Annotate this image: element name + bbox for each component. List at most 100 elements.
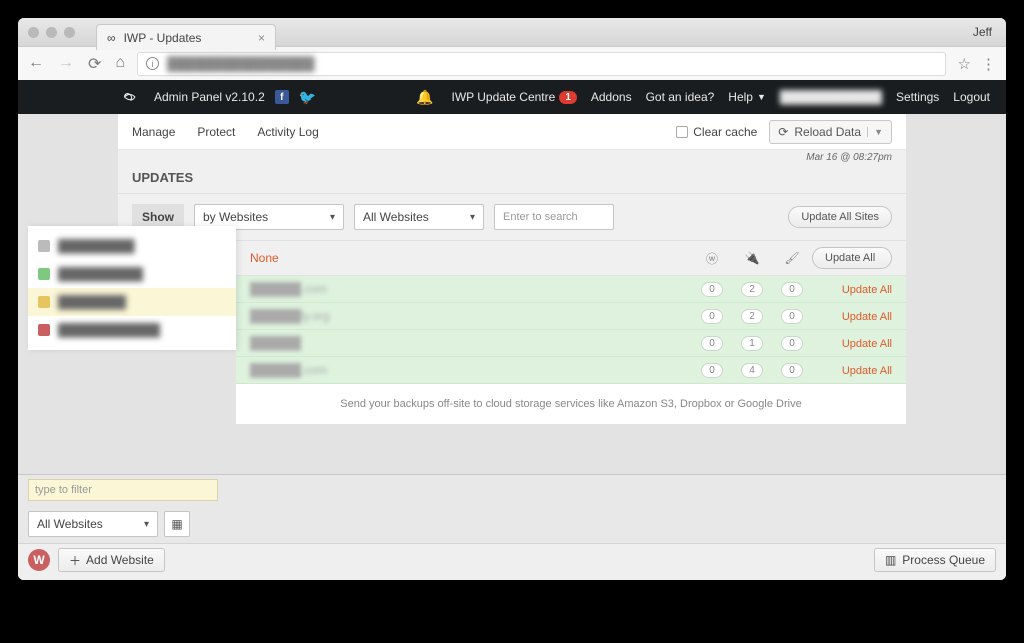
nav-addons[interactable]: Addons xyxy=(591,90,632,104)
sidebar-item-label: ████████ xyxy=(58,295,126,309)
process-queue-button[interactable]: ▥ Process Queue xyxy=(874,548,996,572)
last-reload-timestamp: Mar 16 @ 08:27pm xyxy=(806,152,892,163)
url-text: ████████████████ xyxy=(167,56,314,71)
tab-protect[interactable]: Protect xyxy=(197,125,235,139)
brand: Admin Panel v2.10.2 f 🐦 xyxy=(118,89,316,106)
chevron-down-icon: ▼ xyxy=(757,92,766,102)
filter-bar: Show by Websites All Websites Enter to s… xyxy=(118,194,906,241)
close-icon[interactable]: × xyxy=(258,31,265,45)
chevron-down-icon[interactable]: ▼ xyxy=(867,127,883,137)
table-row[interactable]: ██████.com 0 4 0 Update All xyxy=(236,357,906,384)
theme-count: 0 xyxy=(781,336,803,351)
nav-logout[interactable]: Logout xyxy=(953,90,990,104)
reload-icon[interactable]: ⟳ xyxy=(88,54,101,74)
update-all-sites-button[interactable]: Update All Sites xyxy=(788,206,892,228)
theme-count: 0 xyxy=(781,363,803,378)
reload-data-button[interactable]: ⟳ Reload Data ▼ xyxy=(769,120,892,144)
sidebar-item-label: ████████████ xyxy=(58,323,160,337)
forward-icon: → xyxy=(58,54,74,74)
add-website-button[interactable]: ＋ Add Website xyxy=(58,548,165,572)
search-input[interactable]: Enter to search xyxy=(494,204,614,230)
site-info-icon[interactable]: i xyxy=(146,57,159,70)
address-bar[interactable]: i ████████████████ xyxy=(137,52,945,76)
table-header: None ⓦ 🔌 🖌 Update All xyxy=(236,241,906,276)
browser-menu-icon[interactable]: ⋮ xyxy=(981,55,996,73)
table-row[interactable]: ██████.com 0 2 0 Update All xyxy=(236,276,906,303)
wordpress-badge-icon[interactable]: W xyxy=(28,549,50,571)
tab-activity-log[interactable]: Activity Log xyxy=(257,125,318,139)
tab-infinity-icon: ∞ xyxy=(107,31,116,45)
dock-scope-dropdown[interactable]: All Websites xyxy=(28,511,158,537)
mac-titlebar: ∞ IWP - Updates × Jeff xyxy=(18,18,1006,46)
site-name: ██████.com xyxy=(250,363,692,377)
site-name: ██████.com xyxy=(250,282,692,296)
top-nav: Admin Panel v2.10.2 f 🐦 🔔 IWP Update Cen… xyxy=(18,80,1006,114)
wp-count: 0 xyxy=(701,336,723,351)
reload-label: Reload Data xyxy=(794,125,861,139)
select-none-link[interactable]: None xyxy=(250,251,692,265)
theme-count: 0 xyxy=(781,309,803,324)
table-row[interactable]: ██████ 0 1 0 Update All xyxy=(236,330,906,357)
browser-window: ∞ IWP - Updates × Jeff ← → ⟳ ⌂ i ███████… xyxy=(18,18,1006,580)
facebook-icon[interactable]: f xyxy=(275,90,289,104)
tab-title: IWP - Updates xyxy=(124,31,250,45)
update-all-header-button[interactable]: Update All xyxy=(812,247,892,269)
update-all-row-link[interactable]: Update All xyxy=(842,338,892,350)
page: Admin Panel v2.10.2 f 🐦 🔔 IWP Update Cen… xyxy=(18,80,1006,580)
wp-count: 0 xyxy=(701,363,723,378)
window-close[interactable] xyxy=(28,27,39,38)
bookmark-star-icon[interactable]: ☆ xyxy=(958,55,971,73)
table-body: ██████.com 0 2 0 Update All██████ly.org … xyxy=(236,276,906,384)
theme-count: 0 xyxy=(781,282,803,297)
profile-name[interactable]: Jeff xyxy=(973,25,992,39)
update-centre-label: IWP Update Centre xyxy=(451,90,555,104)
update-all-row-link[interactable]: Update All xyxy=(842,284,892,296)
bell-icon[interactable]: 🔔 xyxy=(416,89,433,106)
plugin-count: 2 xyxy=(741,309,763,324)
color-swatch-icon xyxy=(38,296,50,308)
clear-cache-toggle[interactable]: Clear cache xyxy=(676,125,757,139)
brand-label: Admin Panel v2.10.2 xyxy=(154,90,265,104)
filter-input[interactable]: type to filter xyxy=(28,479,218,501)
browser-tab[interactable]: ∞ IWP - Updates × xyxy=(96,24,276,50)
plugin-icon: 🔌 xyxy=(732,251,772,265)
twitter-icon[interactable]: 🐦 xyxy=(299,89,316,106)
refresh-icon: ⟳ xyxy=(778,125,788,139)
sidebar-item[interactable]: ██████████ xyxy=(28,260,236,288)
color-swatch-icon xyxy=(38,324,50,336)
nav-settings[interactable]: Settings xyxy=(896,90,939,104)
nav-idea[interactable]: Got an idea? xyxy=(646,90,715,104)
nav-help[interactable]: Help▼ xyxy=(728,90,766,104)
site-name: ██████ xyxy=(250,336,692,350)
nav-account[interactable]: ████████████ xyxy=(780,90,882,104)
table-row[interactable]: ██████ly.org 0 2 0 Update All xyxy=(236,303,906,330)
checkbox-icon[interactable] xyxy=(676,126,688,138)
queue-icon: ▥ xyxy=(885,553,896,567)
sidebar-item[interactable]: ████████████ xyxy=(28,316,236,344)
sub-toolbar: Manage Protect Activity Log Clear cache … xyxy=(118,114,906,150)
browser-toolbar: ← → ⟳ ⌂ i ████████████████ ☆ ⋮ xyxy=(18,46,1006,80)
update-all-row-link[interactable]: Update All xyxy=(842,311,892,323)
sidebar-item-label: █████████ xyxy=(58,239,135,253)
promo-text: Send your backups off-site to cloud stor… xyxy=(236,384,906,424)
window-maximize[interactable] xyxy=(64,27,75,38)
grid-view-button[interactable]: ▦ xyxy=(164,511,190,537)
color-swatch-icon xyxy=(38,268,50,280)
back-icon[interactable]: ← xyxy=(28,54,44,74)
site-sidebar: ███████████████████████████████████████ xyxy=(28,226,236,350)
plugin-count: 1 xyxy=(741,336,763,351)
nav-update-centre[interactable]: IWP Update Centre 1 xyxy=(451,90,576,104)
window-minimize[interactable] xyxy=(46,27,57,38)
sidebar-item[interactable]: ████████ xyxy=(28,288,236,316)
section-title: UPDATES xyxy=(118,150,906,194)
sidebar-item[interactable]: █████████ xyxy=(28,232,236,260)
infinity-logo-icon xyxy=(118,91,144,103)
color-swatch-icon xyxy=(38,240,50,252)
home-icon[interactable]: ⌂ xyxy=(115,54,125,74)
plugin-count: 2 xyxy=(741,282,763,297)
wordpress-icon: ⓦ xyxy=(692,250,732,267)
filter-scope-dropdown[interactable]: All Websites xyxy=(354,204,484,230)
update-all-row-link[interactable]: Update All xyxy=(842,365,892,377)
tab-manage[interactable]: Manage xyxy=(132,125,175,139)
wp-count: 0 xyxy=(701,309,723,324)
